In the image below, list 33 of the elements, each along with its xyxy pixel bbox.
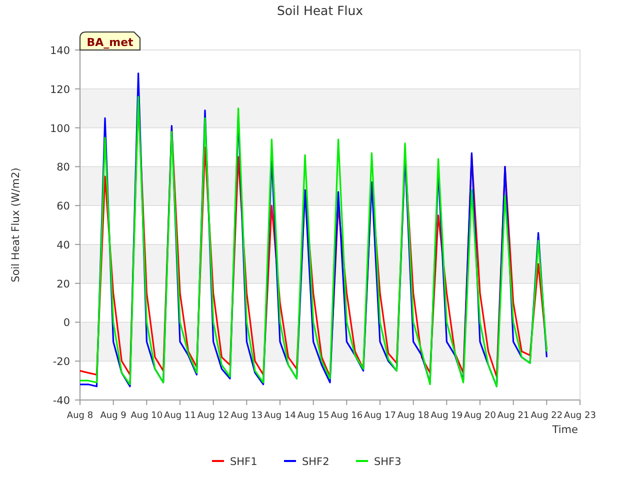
y-tick-label: 120 xyxy=(50,84,70,96)
x-tick-label: Aug 8 xyxy=(66,411,94,421)
y-tick-label: 60 xyxy=(56,200,70,213)
x-tick-label: Aug 23 xyxy=(564,411,596,421)
x-tick-label: Aug 22 xyxy=(530,411,563,421)
x-tick-label: Aug 15 xyxy=(297,411,330,421)
x-tick-label: Aug 20 xyxy=(464,411,496,421)
x-tick-label: Aug 12 xyxy=(197,411,230,421)
x-tick-label: Aug 11 xyxy=(164,411,196,421)
x-tick-label: Aug 13 xyxy=(230,411,263,421)
legend-label: SHF3 xyxy=(374,456,402,468)
y-tick-label: 100 xyxy=(50,122,70,135)
x-tick-label: Aug 18 xyxy=(397,411,430,421)
site-badge: BA_met xyxy=(80,32,140,50)
y-tick-label: 20 xyxy=(56,278,70,290)
chart-title: Soil Heat Flux xyxy=(276,3,364,18)
x-tick-label: Aug 16 xyxy=(330,411,363,421)
y-tick-label: 140 xyxy=(50,45,70,57)
x-tick-label: Aug 21 xyxy=(497,411,530,421)
x-tick-label: Aug 19 xyxy=(430,411,463,421)
x-axis-label: Time xyxy=(552,424,578,436)
x-tick-label: Aug 17 xyxy=(364,411,396,421)
y-tick-label: -40 xyxy=(52,395,70,407)
y-tick-label: 0 xyxy=(63,317,70,330)
legend-label: SHF1 xyxy=(230,456,258,468)
y-axis-label: Soil Heat Flux (W/m2) xyxy=(10,168,22,282)
y-tick-label: 80 xyxy=(56,162,70,174)
y-tick-label: -20 xyxy=(52,356,70,368)
y-tick-label: 40 xyxy=(56,239,70,252)
legend-label: SHF2 xyxy=(302,456,330,468)
x-tick-label: Aug 14 xyxy=(264,411,296,421)
x-tick-label: Aug 10 xyxy=(130,411,163,421)
x-tick-label: Aug 9 xyxy=(100,411,126,421)
